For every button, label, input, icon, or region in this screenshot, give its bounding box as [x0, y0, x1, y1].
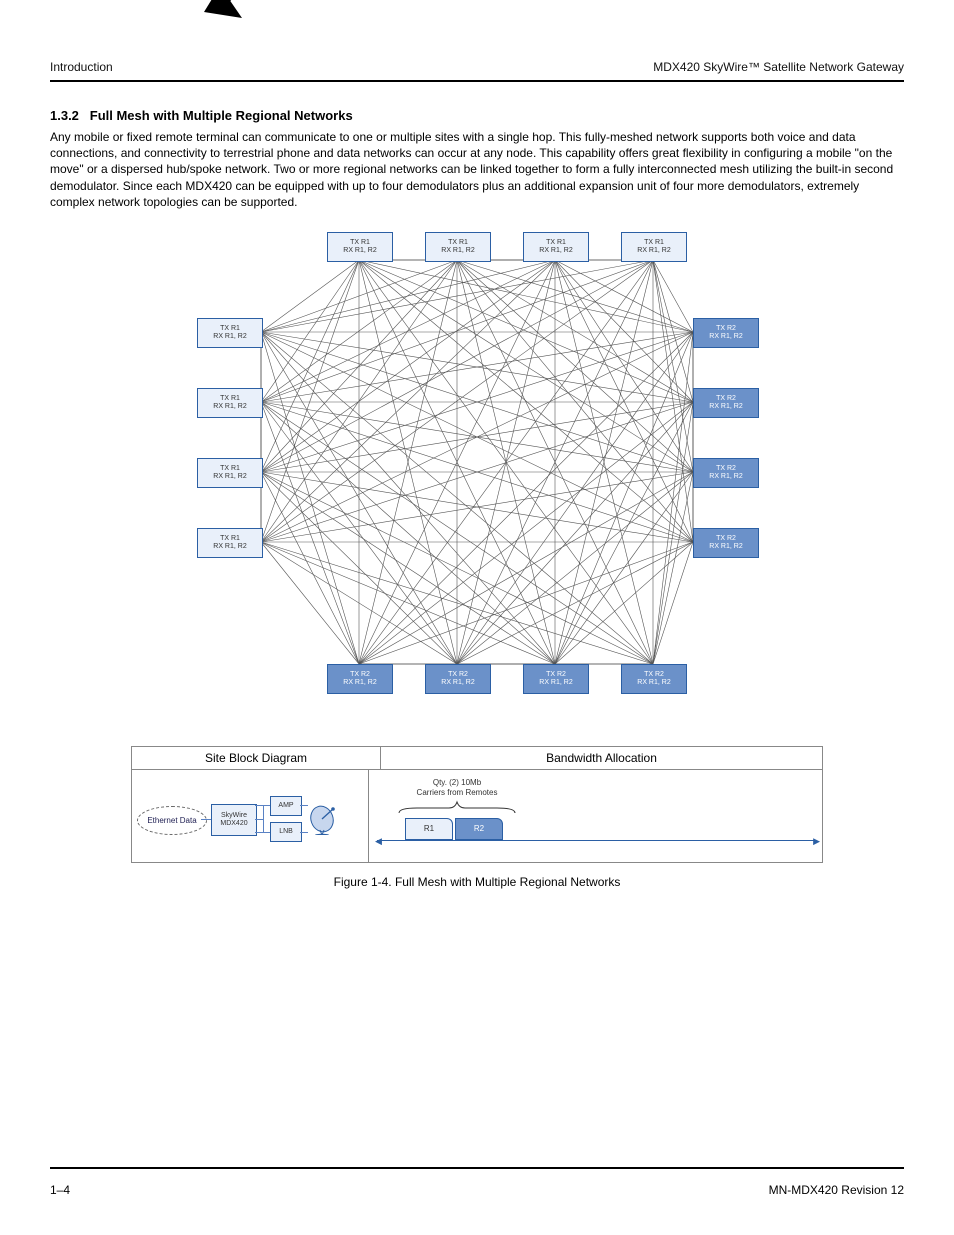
- node-line1: TX R1: [220, 325, 240, 333]
- node-line2: RX R1, R2: [709, 403, 742, 411]
- site-block-diagram-cell: Ethernet Data SkyWireMDX420 AMP LNB: [132, 770, 369, 862]
- diagram-bandwidth-table: Site Block Diagram Bandwidth Allocation …: [131, 746, 823, 863]
- node-line1: TX R1: [350, 239, 370, 247]
- node-line1: TX R2: [716, 395, 736, 403]
- node-line1: TX R2: [448, 671, 468, 679]
- header-left: Introduction: [50, 60, 113, 74]
- spectrum-arrow-right-icon: ▶: [813, 836, 820, 847]
- footer-page-number: 1–4: [50, 1183, 70, 1197]
- spectrum-axis: [377, 840, 814, 841]
- node-line1: TX R1: [448, 239, 468, 247]
- node-line2: RX R1, R2: [637, 247, 670, 255]
- footer-rule: [50, 1167, 904, 1169]
- mesh-node: TX R2RX R1, R2: [693, 458, 759, 488]
- mesh-connection-lines: [197, 232, 757, 692]
- node-line1: TX R1: [644, 239, 664, 247]
- mesh-node: TX R2RX R1, R2: [693, 528, 759, 558]
- mesh-network-diagram: TX R1RX R1, R2TX R1RX R1, R2TX R1RX R1, …: [197, 232, 757, 692]
- node-line2: RX R1, R2: [441, 247, 474, 255]
- node-line2: RX R1, R2: [539, 247, 572, 255]
- mesh-node: TX R2RX R1, R2: [621, 664, 687, 694]
- node-line2: RX R1, R2: [343, 679, 376, 687]
- amp-block: AMP: [270, 796, 302, 816]
- bw-label-line1: Qty. (2) 10Mb: [433, 778, 481, 787]
- footer-doc-id: MN-MDX420 Revision 12: [769, 1183, 904, 1197]
- node-line1: TX R1: [220, 465, 240, 473]
- skywire-line1: SkyWire: [221, 812, 247, 819]
- section-heading: 1.3.2 Full Mesh with Multiple Regional N…: [50, 108, 904, 123]
- mesh-node: TX R1RX R1, R2: [197, 458, 263, 488]
- mesh-node: TX R2RX R1, R2: [425, 664, 491, 694]
- page: Introduction MDX420 SkyWire™ Satellite N…: [0, 0, 954, 1235]
- ethernet-label: Ethernet Data: [147, 816, 196, 825]
- mesh-node: TX R1RX R1, R2: [621, 232, 687, 262]
- connector-line: [263, 805, 264, 833]
- col-header-bandwidth: Bandwidth Allocation: [381, 747, 822, 769]
- curly-brace-icon: [397, 800, 517, 814]
- section-number: 1.3.2: [50, 108, 79, 123]
- node-line1: TX R2: [644, 671, 664, 679]
- node-line1: TX R2: [716, 465, 736, 473]
- bandwidth-allocation-cell: Qty. (2) 10MbCarriers from Remotes R1 R2…: [369, 770, 822, 862]
- node-line2: RX R1, R2: [709, 473, 742, 481]
- node-line1: TX R2: [546, 671, 566, 679]
- carrier-r1-block: R1: [405, 818, 453, 840]
- mesh-node: TX R1RX R1, R2: [197, 528, 263, 558]
- connector-line: [255, 819, 263, 820]
- lnb-block: LNB: [270, 822, 302, 842]
- connector-line: [255, 805, 270, 806]
- node-line2: RX R1, R2: [213, 403, 246, 411]
- callout-arrow-icon: [150, 0, 260, 22]
- carrier-r2-block: R2: [455, 818, 503, 840]
- node-line1: TX R2: [716, 535, 736, 543]
- satellite-dish-icon: [308, 803, 340, 835]
- page-header: Introduction MDX420 SkyWire™ Satellite N…: [50, 60, 904, 80]
- mesh-node: TX R1RX R1, R2: [197, 318, 263, 348]
- node-line2: RX R1, R2: [213, 473, 246, 481]
- node-line1: TX R2: [350, 671, 370, 679]
- header-rule: [50, 80, 904, 82]
- connector-line: [201, 819, 211, 820]
- connector-line: [300, 832, 308, 833]
- node-line2: RX R1, R2: [213, 543, 246, 551]
- node-line1: TX R2: [716, 325, 736, 333]
- node-line2: RX R1, R2: [709, 333, 742, 341]
- node-line2: RX R1, R2: [539, 679, 572, 687]
- section-body: Any mobile or fixed remote terminal can …: [50, 129, 904, 210]
- mesh-node: TX R1RX R1, R2: [425, 232, 491, 262]
- node-line2: RX R1, R2: [343, 247, 376, 255]
- bw-label-line2: Carriers from Remotes: [417, 788, 498, 797]
- connector-line: [300, 805, 308, 806]
- spectrum-arrow-left-icon: ◀: [375, 836, 382, 847]
- header-right: MDX420 SkyWire™ Satellite Network Gatewa…: [653, 60, 904, 74]
- connector-line: [255, 832, 270, 833]
- node-line2: RX R1, R2: [637, 679, 670, 687]
- section-title: Full Mesh with Multiple Regional Network…: [90, 108, 353, 123]
- bandwidth-label: Qty. (2) 10MbCarriers from Remotes: [397, 778, 517, 798]
- figure-caption: Figure 1-4. Full Mesh with Multiple Regi…: [50, 875, 904, 889]
- skywire-line2: MDX420: [220, 820, 247, 827]
- mesh-node: TX R2RX R1, R2: [523, 664, 589, 694]
- mesh-node: TX R2RX R1, R2: [327, 664, 393, 694]
- mesh-node: TX R1RX R1, R2: [327, 232, 393, 262]
- mesh-node: TX R2RX R1, R2: [693, 388, 759, 418]
- page-footer: 1–4 MN-MDX420 Revision 12: [50, 1183, 904, 1197]
- mesh-node: TX R2RX R1, R2: [693, 318, 759, 348]
- mesh-node: TX R1RX R1, R2: [197, 388, 263, 418]
- skywire-mdx420-block: SkyWireMDX420: [211, 804, 257, 836]
- node-line2: RX R1, R2: [441, 679, 474, 687]
- node-line1: TX R1: [546, 239, 566, 247]
- node-line2: RX R1, R2: [709, 543, 742, 551]
- col-header-site-block: Site Block Diagram: [132, 747, 381, 769]
- ethernet-data-cloud: Ethernet Data: [137, 806, 207, 835]
- node-line2: RX R1, R2: [213, 333, 246, 341]
- node-line1: TX R1: [220, 395, 240, 403]
- node-line1: TX R1: [220, 535, 240, 543]
- mesh-node: TX R1RX R1, R2: [523, 232, 589, 262]
